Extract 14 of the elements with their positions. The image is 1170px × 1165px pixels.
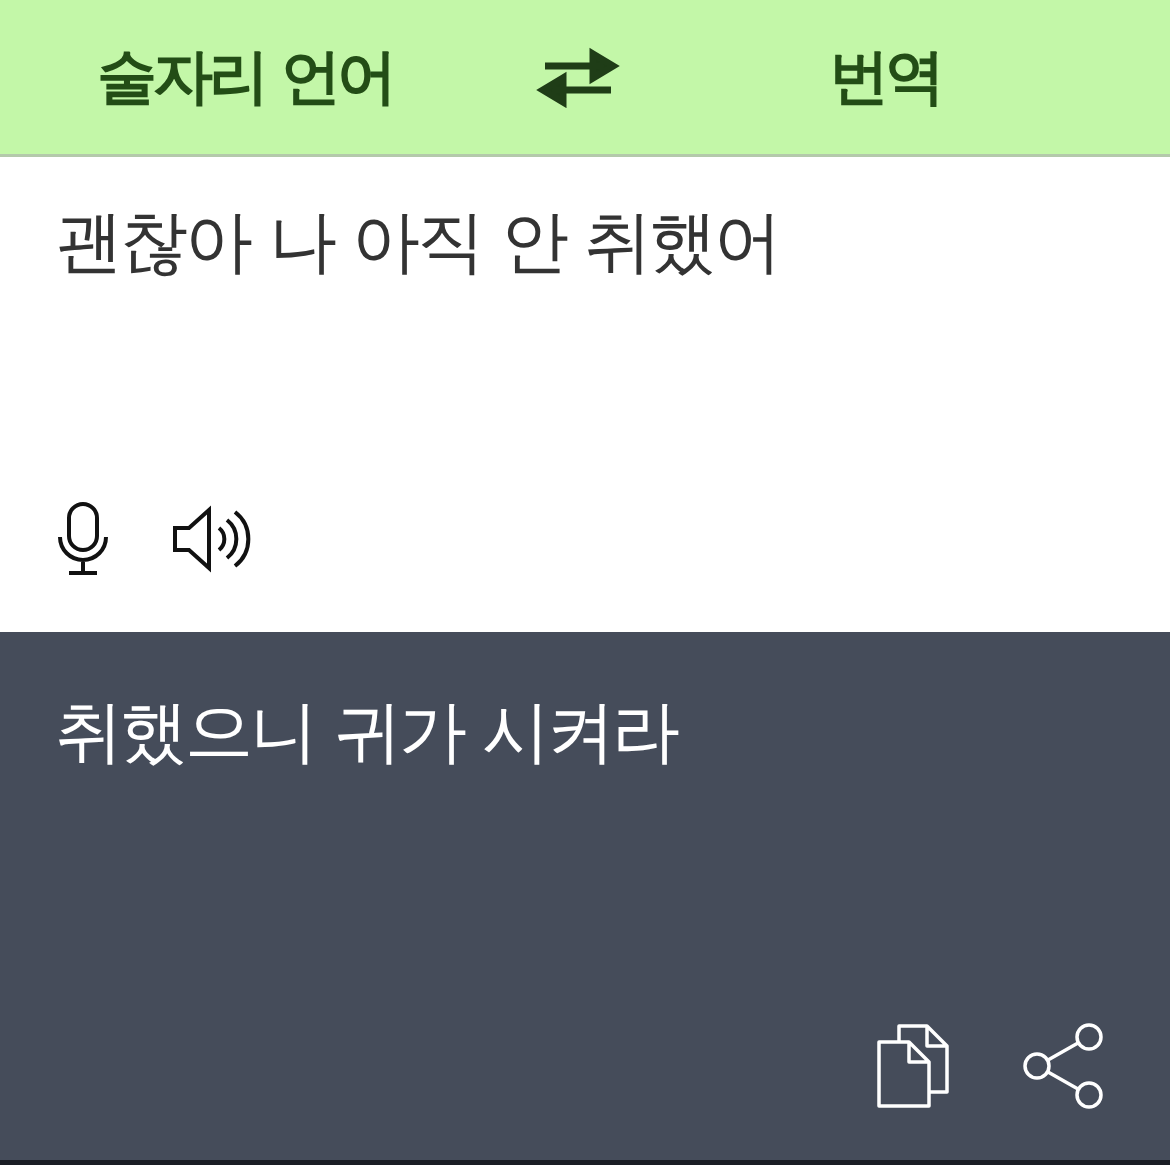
share-icon [1021, 1022, 1105, 1110]
copy-icon [875, 1022, 951, 1110]
share-button[interactable] [1021, 1022, 1105, 1110]
speaker-icon [171, 504, 251, 574]
translation-text: 취했으니 귀가 시켜라 [55, 691, 679, 773]
microphone-button[interactable] [55, 501, 111, 577]
input-field[interactable]: 괜찮아 나 아직 안 취했어 [55, 197, 1115, 288]
swap-arrows-icon [535, 46, 621, 108]
copy-button[interactable] [875, 1022, 951, 1110]
target-language-button[interactable]: 번역 [823, 36, 947, 118]
speaker-button[interactable] [171, 504, 251, 574]
source-language-button[interactable]: 술자리 언어 [90, 36, 400, 118]
microphone-icon [55, 501, 111, 577]
swap-button[interactable] [535, 46, 621, 108]
